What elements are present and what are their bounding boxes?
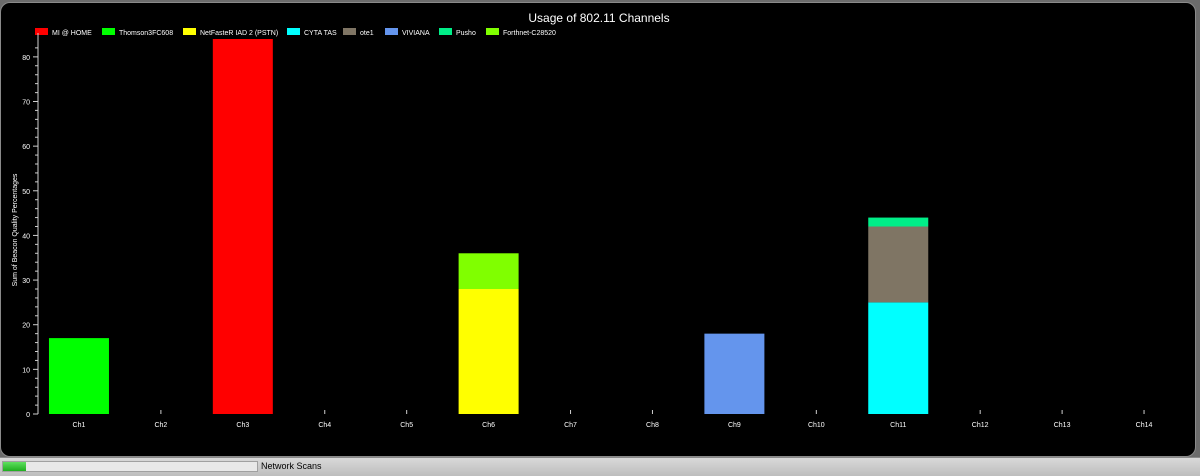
legend-swatch [385, 28, 398, 35]
legend-swatch [287, 28, 300, 35]
status-label: Network Scans [261, 461, 322, 471]
x-tick-label: Ch5 [400, 422, 413, 429]
legend-swatch [439, 28, 452, 35]
x-tick-label: Ch11 [890, 422, 906, 429]
legend-label: CYTA TAS [304, 30, 337, 37]
bar-segment [458, 253, 519, 289]
x-tick-label: Ch6 [482, 422, 495, 429]
bars [48, 39, 929, 414]
y-tick-label: 60 [22, 144, 30, 151]
y-tick-label: 20 [22, 323, 30, 330]
x-tick-label: Ch9 [728, 422, 741, 429]
legend-label: ote1 [360, 30, 374, 37]
y-tick-label: 10 [22, 367, 30, 374]
legend-label: Pusho [456, 30, 476, 37]
y-axis-label: Sum of Beacon Quality Percentages [12, 173, 19, 286]
legend: MI @ HOME Thomson3FC608 NetFasteR IAD 2 (P… [35, 28, 556, 37]
y-tick-label: 80 [22, 55, 30, 62]
legend-label: NetFasteR IAD 2 (PSTN) [200, 30, 278, 37]
x-tick-label: Ch14 [1136, 422, 1153, 429]
channel-usage-chart: Usage of 802.11 Channels Sum of Beacon Q… [12, 11, 1153, 429]
chart-title: Usage of 802.11 Channels [528, 11, 669, 25]
x-tick-label: Ch10 [808, 422, 825, 429]
legend-label: Thomson3FC608 [119, 30, 173, 37]
x-tick-label: Ch13 [1054, 422, 1071, 429]
bar-segment [704, 333, 765, 414]
x-tick-label: Ch8 [646, 422, 659, 429]
legend-swatch [35, 28, 48, 35]
y-tick-label: 40 [22, 233, 30, 240]
y-tick-label: 50 [22, 189, 30, 196]
y-tick-label: 0 [26, 412, 30, 419]
x-tick-label: Ch3 [236, 422, 249, 429]
x-tick-label: Ch2 [154, 422, 167, 429]
legend-swatch [486, 28, 499, 35]
legend-label: MI @ HOME [52, 30, 92, 37]
progress-fill [3, 462, 26, 471]
x-tick-label: Ch4 [318, 422, 331, 429]
legend-swatch [343, 28, 356, 35]
network-scan-progress-bar [2, 461, 258, 472]
legend-swatch [102, 28, 115, 35]
bar-segment [212, 39, 273, 414]
legend-swatch [183, 28, 196, 35]
x-tick-label: Ch7 [564, 422, 577, 429]
bar-segment [868, 217, 929, 227]
x-tick-label: Ch1 [73, 422, 86, 429]
status-bar: Network Scans [0, 457, 1200, 476]
legend-label: Forthnet-C28520 [503, 30, 556, 37]
bar-segment [458, 289, 519, 414]
y-axis: 0 10 20 30 40 50 60 70 80 [22, 33, 39, 419]
bar-segment [48, 338, 109, 414]
chart-panel: Usage of 802.11 Channels Sum of Beacon Q… [0, 2, 1196, 457]
bar-segment [868, 302, 929, 414]
x-tick-label: Ch12 [972, 422, 989, 429]
bar-segment [868, 226, 929, 303]
legend-label: VIVIANA [402, 30, 430, 37]
y-tick-label: 70 [22, 100, 30, 107]
y-tick-label: 30 [22, 278, 30, 285]
